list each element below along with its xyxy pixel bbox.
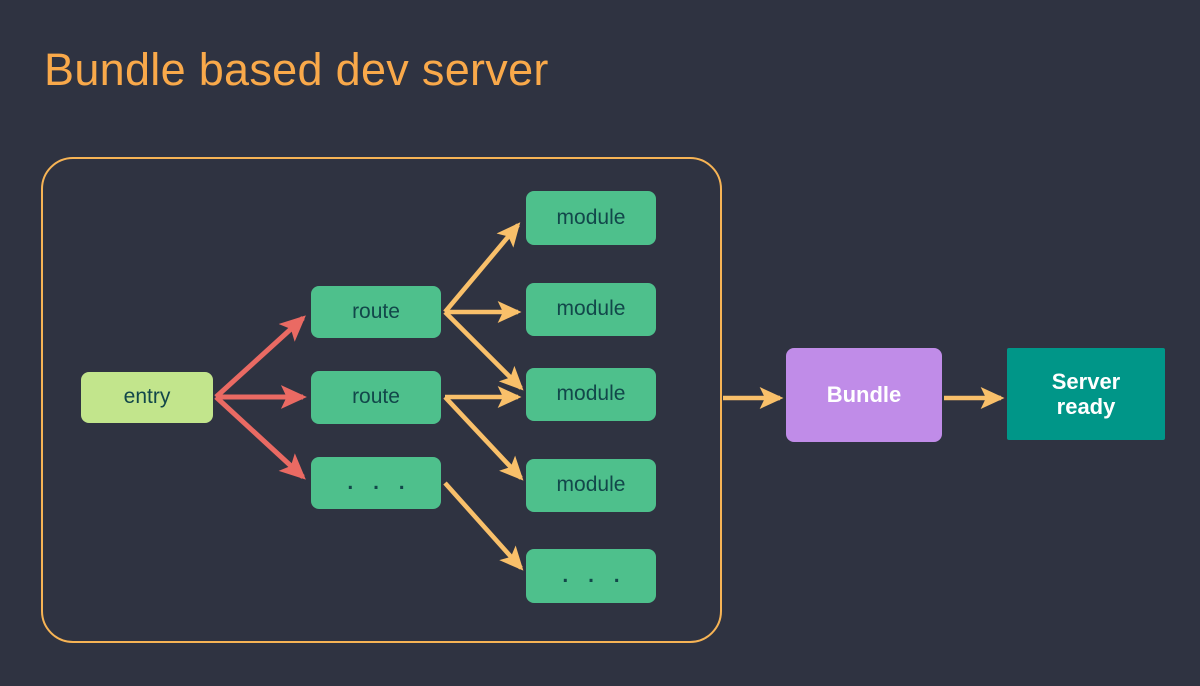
node-server-ready[interactable]: Server ready [1007, 348, 1165, 440]
node-server-ready-label: Server ready [1031, 369, 1141, 420]
node-route-2[interactable]: route [311, 371, 441, 424]
node-module-more[interactable]: . . . [526, 549, 656, 603]
node-module-2[interactable]: module [526, 283, 656, 336]
node-bundle[interactable]: Bundle [786, 348, 942, 442]
node-entry[interactable]: entry [81, 372, 213, 423]
node-module-1[interactable]: module [526, 191, 656, 245]
diagram-canvas: Bundle based dev server [0, 0, 1200, 686]
node-route-1[interactable]: route [311, 286, 441, 338]
node-module-4[interactable]: module [526, 459, 656, 512]
page-title: Bundle based dev server [44, 44, 549, 96]
node-route-more[interactable]: . . . [311, 457, 441, 509]
node-module-3[interactable]: module [526, 368, 656, 421]
